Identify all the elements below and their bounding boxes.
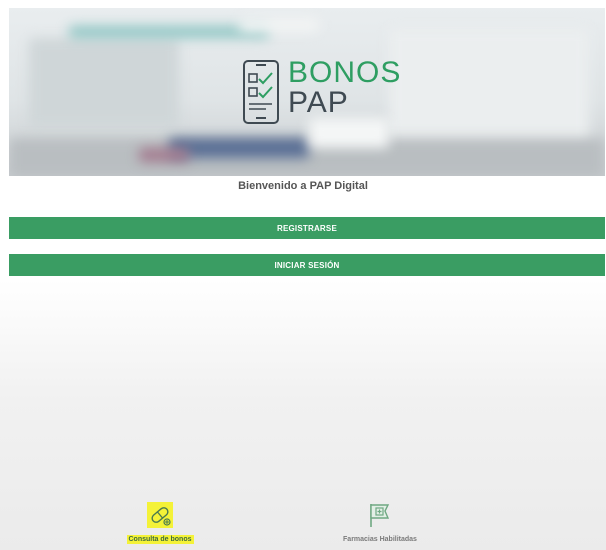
register-button[interactable]: REGISTRARSE xyxy=(9,217,605,239)
nav-label-consulta-bonos: Consulta de bonos xyxy=(126,535,194,544)
bottom-nav: Consulta de bonos Farmacias Habilitadas xyxy=(0,496,606,550)
logo-text-bonos: BONOS xyxy=(288,56,402,89)
app-screen: BONOS PAP Bienvenido a PAP Digital REGIS… xyxy=(0,0,606,550)
logo-text: BONOS PAP xyxy=(288,58,401,118)
hero-background-shape xyxy=(169,138,309,158)
hero-background-shape xyxy=(239,18,319,32)
bonos-pap-logo: BONOS PAP xyxy=(242,58,402,130)
pharmacy-flag-icon xyxy=(370,504,390,527)
logo-text-pap: PAP xyxy=(288,86,349,119)
hero-background-shape xyxy=(29,38,179,128)
pill-icon xyxy=(147,502,173,528)
nav-item-farmacias-habilitadas[interactable]: Farmacias Habilitadas xyxy=(325,496,435,550)
hero-background-shape xyxy=(139,148,189,162)
phone-checklist-icon xyxy=(243,60,279,124)
hero-background-shape xyxy=(389,28,589,148)
nav-item-consulta-bonos[interactable]: Consulta de bonos xyxy=(105,496,215,550)
login-button[interactable]: INICIAR SESIÓN xyxy=(9,254,605,276)
nav-label-farmacias-habilitadas: Farmacias Habilitadas xyxy=(343,536,417,543)
hero-banner: BONOS PAP xyxy=(9,8,605,176)
welcome-text: Bienvenido a PAP Digital xyxy=(238,180,368,192)
